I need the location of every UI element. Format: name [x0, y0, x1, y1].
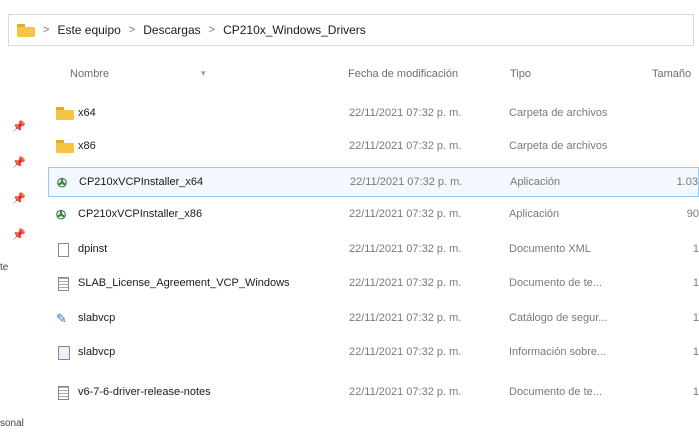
file-date: 22/11/2021 07:32 p. m. [349, 107, 462, 119]
pin-icon[interactable]: 📌 [12, 156, 26, 169]
pin-icon[interactable]: 📌 [12, 192, 26, 205]
document-icon [58, 243, 69, 257]
file-row[interactable]: dpinst 22/11/2021 07:32 p. m. Documento … [48, 235, 699, 265]
file-type: Documento de te... [509, 277, 602, 289]
file-type: Aplicación [509, 208, 560, 220]
catalog-icon: ✎ [56, 311, 67, 326]
breadcrumb-cp210x-drivers[interactable]: CP210x_Windows_Drivers [223, 23, 366, 37]
file-name: SLAB_License_Agreement_VCP_Windows [78, 277, 290, 289]
column-name[interactable]: Nombre [70, 68, 109, 80]
file-name: v6-7-6-driver-release-notes [78, 386, 211, 398]
folder-icon [56, 107, 74, 121]
text-document-icon [58, 386, 69, 400]
file-name: x64 [78, 107, 96, 119]
file-date: 22/11/2021 07:32 p. m. [349, 140, 462, 152]
file-row[interactable]: x86 22/11/2021 07:32 p. m. Carpeta de ar… [48, 132, 699, 162]
breadcrumb-separator-icon: > [128, 24, 136, 36]
file-type: Carpeta de archivos [509, 140, 608, 152]
file-date: 22/11/2021 07:32 p. m. [349, 277, 462, 289]
installer-icon: ✇ [56, 208, 67, 222]
file-name: CP210xVCPInstaller_x64 [79, 176, 204, 188]
file-name: dpinst [78, 243, 108, 255]
file-name: slabvcp [78, 346, 116, 358]
nav-pane-fragment[interactable]: sonal [0, 418, 24, 429]
installer-icon: ✇ [57, 176, 68, 190]
sort-arrow-icon: ▾ [201, 68, 206, 78]
file-row[interactable]: x64 22/11/2021 07:32 p. m. Carpeta de ar… [48, 99, 699, 129]
file-type: Documento de te... [509, 386, 602, 398]
column-header: Nombre ▾ Fecha de modificación Tipo Tama… [0, 62, 699, 86]
file-row[interactable]: ✇ CP210xVCPInstaller_x86 22/11/2021 07:3… [48, 200, 699, 230]
column-size[interactable]: Tamaño [652, 68, 691, 80]
file-date: 22/11/2021 07:32 p. m. [349, 208, 462, 220]
text-document-icon [58, 277, 69, 291]
file-row[interactable]: SLAB_License_Agreement_VCP_Windows 22/11… [48, 269, 699, 299]
address-bar[interactable]: > Este equipo > Descargas > CP210x_Windo… [8, 14, 694, 46]
setup-info-icon [58, 346, 70, 360]
breadcrumb-separator-icon: > [208, 24, 216, 36]
file-date: 22/11/2021 07:32 p. m. [349, 312, 462, 324]
file-size: 1 [692, 243, 699, 255]
file-row[interactable]: ✎ slabvcp 22/11/2021 07:32 p. m. Catálog… [48, 304, 699, 334]
file-type: Aplicación [510, 176, 561, 188]
file-date: 22/11/2021 07:32 p. m. [350, 176, 463, 188]
file-row-selected[interactable]: ✇ CP210xVCPInstaller_x64 22/11/2021 07:3… [48, 167, 699, 197]
column-type[interactable]: Tipo [510, 68, 531, 80]
column-date[interactable]: Fecha de modificación [348, 68, 458, 80]
file-size: 1 [692, 386, 699, 398]
file-size: 1.03 [676, 176, 698, 188]
file-row[interactable]: v6-7-6-driver-release-notes 22/11/2021 0… [48, 378, 699, 408]
pin-icon[interactable]: 📌 [12, 120, 26, 133]
file-name: CP210xVCPInstaller_x86 [78, 208, 203, 220]
file-date: 22/11/2021 07:32 p. m. [349, 346, 462, 358]
file-size: 90 [686, 208, 699, 220]
file-row[interactable]: slabvcp 22/11/2021 07:32 p. m. Informaci… [48, 338, 699, 368]
file-size: 1 [692, 346, 699, 358]
nav-pane-fragment[interactable]: te [0, 262, 8, 273]
file-type: Catálogo de segur... [509, 312, 608, 324]
file-date: 22/11/2021 07:32 p. m. [349, 243, 462, 255]
breadcrumb-separator-icon: > [43, 24, 50, 36]
file-type: Información sobre... [509, 346, 607, 358]
breadcrumb-descargas[interactable]: Descargas [143, 23, 200, 37]
file-type: Documento XML [509, 243, 591, 255]
folder-icon [56, 140, 74, 154]
file-type: Carpeta de archivos [509, 107, 608, 119]
file-size: 1 [692, 277, 699, 289]
file-name: slabvcp [78, 312, 116, 324]
pin-icon[interactable]: 📌 [12, 228, 26, 241]
breadcrumb-este-equipo[interactable]: Este equipo [57, 23, 120, 37]
folder-icon [17, 23, 35, 37]
file-size: 1 [692, 312, 699, 324]
file-name: x86 [78, 140, 96, 152]
file-date: 22/11/2021 07:32 p. m. [349, 386, 462, 398]
